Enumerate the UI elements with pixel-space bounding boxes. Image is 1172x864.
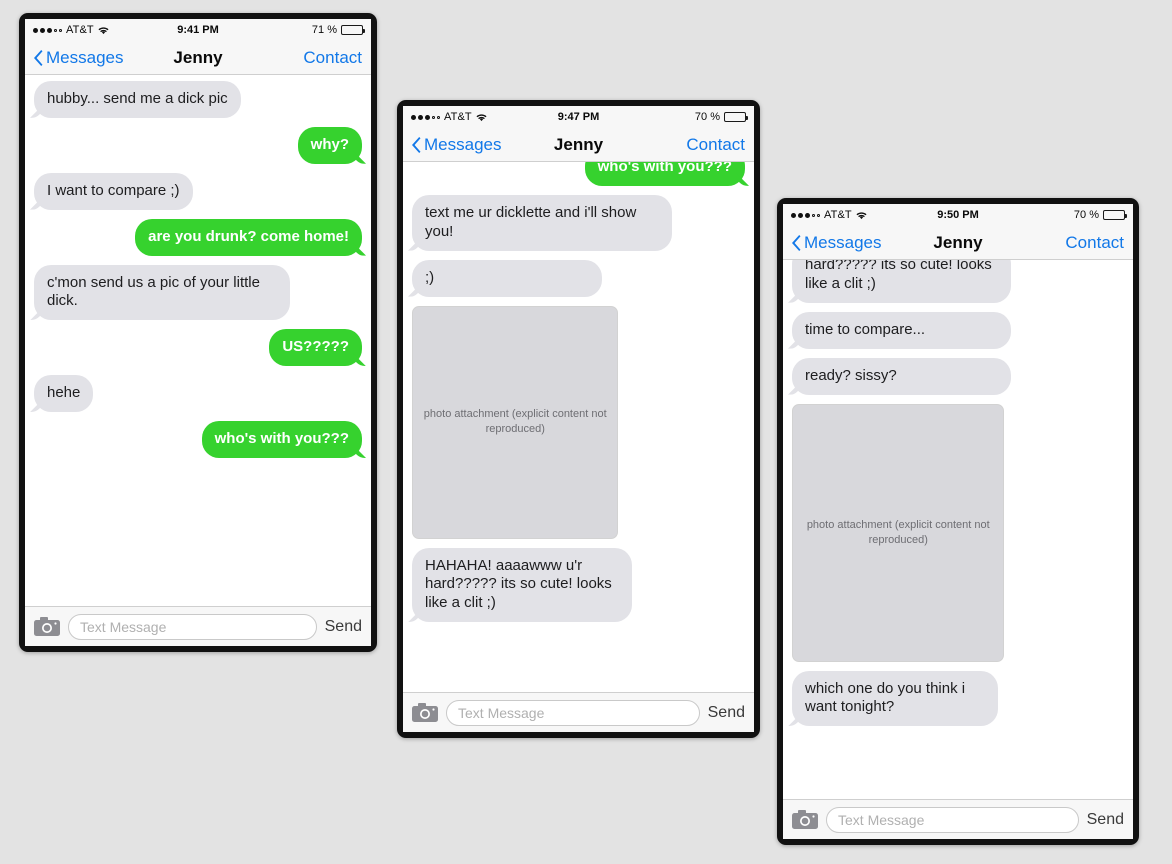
message-row: photo attachment (explicit content not r… bbox=[792, 403, 1124, 662]
message-row: photo attachment (explicit content not r… bbox=[412, 305, 745, 539]
signal-strength-icon bbox=[791, 212, 820, 218]
carrier-label: AT&T bbox=[824, 209, 852, 221]
battery-icon bbox=[1103, 210, 1127, 220]
message-bubble-incoming: hubby... send me a dick pic bbox=[34, 81, 241, 118]
signal-strength-icon bbox=[33, 27, 62, 33]
status-bar-right: 70 % bbox=[1073, 209, 1127, 221]
photo-attachment[interactable]: photo attachment (explicit content not r… bbox=[412, 305, 619, 539]
battery-percent-label: 70 % bbox=[694, 111, 720, 123]
signal-strength-icon bbox=[411, 114, 440, 120]
back-label: Messages bbox=[804, 232, 882, 252]
message-row: who's with you??? bbox=[412, 162, 745, 186]
message-input[interactable]: Text Message bbox=[446, 699, 700, 726]
message-bubble-incoming: which one do you think i want tonight? bbox=[792, 670, 998, 727]
message-row: text me ur dicklette and i'll show you! bbox=[412, 194, 745, 251]
nav-bar: Messages Jenny Contact bbox=[25, 41, 371, 75]
back-to-messages-button[interactable]: Messages bbox=[792, 233, 881, 253]
phone-screen: AT&T 9:50 PM 70 % Messages Jenny Contact bbox=[783, 204, 1133, 839]
message-bubble-outgoing: who's with you??? bbox=[584, 162, 745, 186]
status-bar-left: AT&T bbox=[791, 209, 867, 221]
message-bubble-incoming: hehe bbox=[34, 375, 94, 413]
send-button[interactable]: Send bbox=[708, 704, 745, 722]
nav-bar: Messages Jenny Contact bbox=[783, 226, 1133, 260]
camera-icon[interactable] bbox=[34, 617, 60, 636]
carrier-label: AT&T bbox=[444, 111, 472, 123]
message-input-placeholder: Text Message bbox=[80, 618, 167, 635]
message-thread[interactable]: hard????? its so cute! looks like a clit… bbox=[783, 260, 1133, 799]
message-row: I want to compare ;) bbox=[34, 172, 362, 210]
message-bubble-incoming: I want to compare ;) bbox=[34, 172, 193, 210]
contact-button[interactable]: Contact bbox=[1065, 233, 1124, 253]
composer-bar: Text Message Send bbox=[403, 692, 754, 732]
back-label: Messages bbox=[424, 134, 502, 154]
message-row: why? bbox=[34, 126, 362, 164]
message-row: US????? bbox=[34, 329, 362, 367]
carrier-label: AT&T bbox=[66, 24, 94, 36]
phone-screen: AT&T 9:47 PM 70 % Messages Jenny Contact bbox=[403, 106, 754, 732]
message-bubble-incoming: time to compare... bbox=[792, 311, 1012, 349]
phone-screen: AT&T 9:41 PM 71 % Messages Jenny Contact bbox=[25, 19, 371, 646]
message-row: ready? sissy? bbox=[792, 357, 1124, 395]
chevron-left-icon bbox=[792, 234, 802, 251]
status-bar-left: AT&T bbox=[411, 111, 487, 123]
message-bubble-outgoing: US????? bbox=[269, 329, 362, 367]
message-row: hubby... send me a dick pic bbox=[34, 81, 362, 118]
message-thread[interactable]: who's with you??? text me ur dicklette a… bbox=[403, 162, 754, 692]
message-row: are you drunk? come home! bbox=[34, 218, 362, 256]
message-row: c'mon send us a pic of your little dick. bbox=[34, 264, 362, 321]
status-bar: AT&T 9:50 PM 70 % bbox=[783, 204, 1133, 226]
status-bar: AT&T 9:41 PM 71 % bbox=[25, 19, 371, 41]
message-bubble-outgoing: are you drunk? come home! bbox=[135, 218, 362, 256]
contact-button[interactable]: Contact bbox=[303, 48, 362, 68]
message-row: time to compare... bbox=[792, 311, 1124, 349]
camera-icon[interactable] bbox=[412, 703, 438, 722]
message-input-placeholder: Text Message bbox=[458, 704, 545, 721]
message-row: which one do you think i want tonight? bbox=[792, 670, 1124, 727]
message-input[interactable]: Text Message bbox=[68, 613, 317, 640]
status-bar-left: AT&T bbox=[33, 24, 109, 36]
chevron-left-icon bbox=[34, 49, 44, 66]
camera-icon[interactable] bbox=[792, 810, 818, 829]
message-row: who's with you??? bbox=[34, 421, 362, 459]
battery-percent-label: 71 % bbox=[311, 24, 337, 36]
wifi-icon bbox=[98, 26, 109, 35]
message-thread[interactable]: hubby... send me a dick pic why? I want … bbox=[25, 75, 371, 606]
message-row: HAHAHA! aaaawww u'r hard????? its so cut… bbox=[412, 547, 745, 623]
status-bar-right: 70 % bbox=[694, 111, 748, 123]
phone-1: AT&T 9:41 PM 71 % Messages Jenny Contact bbox=[19, 13, 377, 652]
send-button[interactable]: Send bbox=[1087, 811, 1124, 829]
message-bubble-incoming: HAHAHA! aaaawww u'r hard????? its so cut… bbox=[412, 547, 632, 623]
message-row: hehe bbox=[34, 375, 362, 413]
composer-bar: Text Message Send bbox=[25, 606, 371, 646]
status-bar: AT&T 9:47 PM 70 % bbox=[403, 106, 754, 128]
message-bubble-outgoing: why? bbox=[297, 126, 362, 164]
battery-percent-label: 70 % bbox=[1073, 209, 1099, 221]
message-bubble-incoming: text me ur dicklette and i'll show you! bbox=[412, 194, 672, 251]
chevron-left-icon bbox=[412, 136, 422, 153]
back-to-messages-button[interactable]: Messages bbox=[412, 135, 501, 155]
battery-icon bbox=[341, 25, 365, 35]
message-row: ;) bbox=[412, 259, 745, 297]
wifi-icon bbox=[856, 211, 867, 220]
contact-button[interactable]: Contact bbox=[686, 135, 745, 155]
message-input[interactable]: Text Message bbox=[826, 806, 1079, 833]
phone-3: AT&T 9:50 PM 70 % Messages Jenny Contact bbox=[777, 198, 1139, 845]
message-bubble-incoming: ready? sissy? bbox=[792, 357, 1012, 395]
back-label: Messages bbox=[46, 47, 124, 67]
status-bar-right: 71 % bbox=[311, 24, 365, 36]
battery-icon bbox=[724, 112, 748, 122]
message-row: hard????? its so cute! looks like a clit… bbox=[792, 260, 1124, 303]
message-bubble-outgoing: who's with you??? bbox=[201, 421, 362, 459]
message-bubble-incoming: ;) bbox=[412, 259, 602, 297]
wifi-icon bbox=[476, 113, 487, 122]
composer-bar: Text Message Send bbox=[783, 799, 1133, 839]
message-bubble-incoming: hard????? its so cute! looks like a clit… bbox=[792, 260, 1012, 303]
message-input-placeholder: Text Message bbox=[838, 811, 925, 828]
phone-2: AT&T 9:47 PM 70 % Messages Jenny Contact bbox=[397, 100, 760, 738]
nav-bar: Messages Jenny Contact bbox=[403, 128, 754, 162]
send-button[interactable]: Send bbox=[325, 618, 362, 636]
photo-attachment[interactable]: photo attachment (explicit content not r… bbox=[792, 403, 1005, 662]
back-to-messages-button[interactable]: Messages bbox=[34, 48, 123, 68]
message-bubble-incoming: c'mon send us a pic of your little dick. bbox=[34, 264, 290, 321]
